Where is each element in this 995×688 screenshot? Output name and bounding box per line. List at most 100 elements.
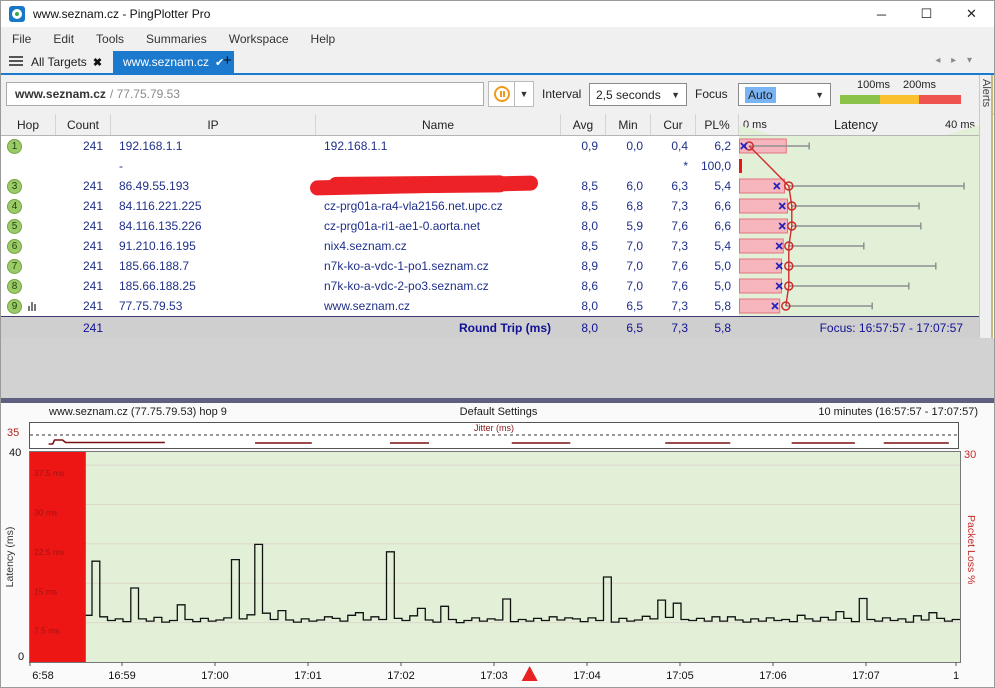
menu-item-tools[interactable]: Tools (85, 32, 135, 46)
table-body: 1241192.168.1.1192.168.1.10,90,00,46,2-*… (1, 136, 979, 316)
focus-value: Auto (745, 87, 776, 103)
svg-text:17:00: 17:00 (201, 670, 229, 682)
latency-0ms-label: 0 ms (743, 119, 767, 131)
tab-close-icon[interactable]: ✖ (93, 56, 102, 69)
svg-text:17:01: 17:01 (294, 670, 322, 682)
hop-row-6[interactable]: 624191.210.16.195nix4.seznam.cz8,57,07,3… (1, 236, 979, 256)
footer-avg: 8,0 (561, 317, 606, 338)
scale-green-segment (840, 95, 880, 104)
jitter-strip[interactable]: Jitter (ms) (29, 422, 959, 449)
col-header-pl[interactable]: PL% (696, 114, 739, 135)
hop-cell: 7 (1, 256, 56, 276)
tab-scroll-arrows[interactable]: ◂ ▸ ▾ (935, 55, 976, 66)
hop-cell: 8 (1, 276, 56, 296)
menu-item-summaries[interactable]: Summaries (135, 32, 218, 46)
hop-row-8[interactable]: 8241185.66.188.25n7k-ko-a-vdc-2-po3.sezn… (1, 276, 979, 296)
title-bar: www.seznam.cz - PingPlotter Pro ─ ☐ ✕ (1, 1, 994, 27)
latency-color-scale (840, 95, 961, 104)
svg-text:17:05: 17:05 (666, 670, 694, 682)
scale-red-segment (919, 95, 961, 104)
svg-text:17:04: 17:04 (573, 670, 601, 682)
col-header-hop[interactable]: Hop (1, 114, 56, 135)
hop-cell (1, 156, 56, 176)
target-host: www.seznam.cz (15, 87, 106, 101)
timeline-range-label[interactable]: 10 minutes (16:57:57 - 17:07:57) (818, 406, 978, 418)
svg-text:30 ms: 30 ms (34, 508, 57, 518)
latency-time-graph[interactable]: 37.5 ms30 ms22.5 ms15 ms7.5 ms (29, 451, 961, 663)
col-header-avg[interactable]: Avg (561, 114, 606, 135)
hop-cell: 6 (1, 236, 56, 256)
tab-www-seznam-cz[interactable]: www.seznam.cz ✔ (113, 51, 234, 73)
menu-item-edit[interactable]: Edit (42, 32, 85, 46)
focus-arrow-icon: ▼ (815, 90, 824, 100)
alerts-panel-tab[interactable] (979, 75, 991, 338)
hop-row-blank-1[interactable]: -*100,0 (1, 156, 979, 176)
col-header-name[interactable]: Name (316, 114, 561, 135)
col-header-ip[interactable]: IP (111, 114, 316, 135)
menu-item-help[interactable]: Help (300, 32, 347, 46)
svg-text:7.5 ms: 7.5 ms (34, 626, 60, 636)
latency-title: Latency (834, 118, 878, 132)
col-header-count[interactable]: Count (56, 114, 111, 135)
window-title: www.seznam.cz - PingPlotter Pro (33, 7, 210, 21)
hop-cell: 4 (1, 196, 56, 216)
close-button[interactable]: ✕ (949, 1, 994, 27)
interval-label: Interval (542, 87, 581, 101)
footer-pl: 5,8 (696, 317, 739, 338)
pause-button[interactable] (488, 81, 515, 107)
interval-select[interactable]: 2,5 seconds ▼ (589, 83, 687, 106)
minimize-button[interactable]: ─ (859, 1, 904, 27)
hop-cell: 1 (1, 136, 56, 156)
col-header-cur[interactable]: Cur (651, 114, 696, 135)
focused-hop-histogram-icon (28, 301, 36, 311)
packet-loss-axis-top: 30 (964, 449, 976, 461)
hop-number-badge: 5 (7, 219, 22, 234)
svg-text:15 ms: 15 ms (34, 586, 57, 596)
hop-row-5[interactable]: 524184.116.135.226cz-prg01a-ri1-ae1-0.ao… (1, 216, 979, 236)
hop-row-7[interactable]: 7241185.66.188.7n7k-ko-a-vdc-1-po1.sezna… (1, 256, 979, 276)
hop-number-badge: 7 (7, 259, 22, 274)
pause-dropdown-arrow[interactable]: ▼ (514, 81, 534, 107)
col-header-latency[interactable]: 0 ms Latency 40 ms (739, 114, 979, 135)
footer-cur: 7,3 (651, 317, 696, 338)
tab-all-targets[interactable]: All Targets ✖ (31, 51, 102, 73)
interval-value: 2,5 seconds (596, 88, 661, 102)
table-footer-row: 241 Round Trip (ms) 8,0 6,5 7,3 5,8 Focu… (1, 316, 979, 338)
maximize-button[interactable]: ☐ (904, 1, 949, 27)
svg-text:17:07: 17:07 (852, 670, 880, 682)
svg-text:17:03: 17:03 (480, 670, 508, 682)
hop-number-badge: 9 (7, 299, 22, 314)
hop-row-3[interactable]: 324186.49.55.1938,56,06,35,4 (1, 176, 979, 196)
hop-row-9[interactable]: 924177.75.79.53www.seznam.cz8,06,57,35,8 (1, 296, 979, 316)
hamburger-icon[interactable] (9, 56, 23, 58)
timeline-pane: www.seznam.cz (77.75.79.53) hop 9 Defaul… (1, 403, 995, 688)
round-trip-label: Round Trip (ms) (316, 317, 561, 338)
svg-text:1: 1 (953, 670, 959, 682)
focus-select[interactable]: Auto ▼ (738, 83, 831, 106)
packet-loss-axis-label: Packet Loss % (965, 515, 977, 584)
col-header-min[interactable]: Min (606, 114, 651, 135)
hop-number-badge: 8 (7, 279, 22, 294)
interval-arrow-icon: ▼ (671, 90, 680, 100)
menu-item-workspace[interactable]: Workspace (218, 32, 300, 46)
hop-cell: 3 (1, 176, 56, 196)
footer-min: 6,5 (606, 317, 651, 338)
target-input[interactable]: www.seznam.cz / 77.75.79.53 (6, 82, 484, 106)
new-tab-button[interactable]: + (223, 52, 232, 69)
jitter-axis-value: 35 (7, 427, 19, 439)
menu-bar: FileEditToolsSummariesWorkspaceHelp (1, 27, 994, 51)
hop-number-badge: 6 (7, 239, 22, 254)
hop-cell: 9 (1, 296, 56, 316)
menu-item-file[interactable]: File (1, 32, 42, 46)
svg-text:17:06: 17:06 (759, 670, 787, 682)
hop-row-1[interactable]: 1241192.168.1.1192.168.1.10,90,00,46,2 (1, 136, 979, 156)
toolbar: www.seznam.cz / 77.75.79.53 ▼ Interval 2… (1, 75, 994, 115)
svg-text:16:59: 16:59 (108, 670, 136, 682)
pause-icon (494, 86, 510, 102)
hop-number-badge: 3 (7, 179, 22, 194)
footer-count: 241 (56, 317, 111, 338)
svg-text:22.5 ms: 22.5 ms (34, 547, 64, 557)
hop-row-4[interactable]: 424184.116.221.225cz-prg01a-ra4-vla2156.… (1, 196, 979, 216)
target-ip: / 77.75.79.53 (110, 87, 180, 101)
hop-number-badge: 4 (7, 199, 22, 214)
